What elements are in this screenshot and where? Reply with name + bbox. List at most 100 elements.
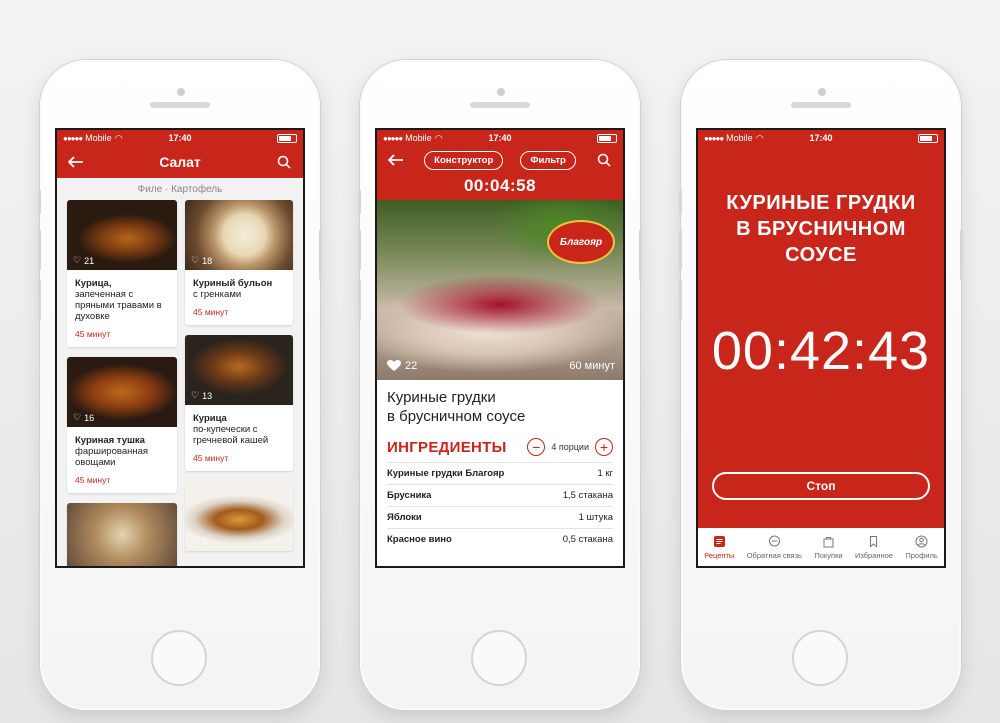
- front-camera: [818, 88, 826, 96]
- recipe-card[interactable]: [67, 503, 177, 566]
- recipe-subtitle: с гренками: [193, 289, 242, 300]
- recipe-column-right: ♡ 18 Куриный бульон с гренками 45 минут ♡…: [185, 200, 293, 566]
- screen-recipe-list: ●●●●● Mobile ◠ 17:40 Салат Филе · Картофел…: [57, 130, 303, 566]
- search-icon[interactable]: [593, 149, 615, 171]
- volume-up-button: [38, 230, 41, 270]
- like-counter[interactable]: ♡ 16: [73, 412, 94, 423]
- earpiece-speaker: [150, 102, 210, 108]
- tab-recipes[interactable]: Рецепты: [704, 535, 734, 560]
- status-bar: ●●●●● Mobile ◠ 17:40: [698, 130, 944, 146]
- heart-icon: ♡: [191, 390, 200, 400]
- ingredient-qty: 1,5 стакана: [562, 490, 613, 501]
- recipe-time: 45 минут: [193, 453, 229, 463]
- like-counter[interactable]: ♡ 18: [191, 255, 212, 266]
- tab-favorites[interactable]: Избранное: [855, 535, 893, 560]
- volume-up-button: [358, 230, 361, 270]
- power-button: [639, 230, 642, 280]
- back-arrow-icon[interactable]: [385, 149, 407, 171]
- ingredient-qty: 1 штука: [578, 512, 613, 523]
- tab-label: Избранное: [854, 550, 893, 560]
- battery-icon: [277, 133, 297, 143]
- plus-icon[interactable]: +: [595, 438, 613, 456]
- ingredient-qty: 1 кг: [597, 468, 613, 479]
- like-counter[interactable]: ♡ 21: [73, 255, 94, 266]
- breadcrumb[interactable]: Филе · Картофель: [57, 178, 303, 200]
- tab-label: Рецепты: [704, 550, 735, 560]
- recipe-grid: ♡ 21 Курица, запеченная с пряными травами…: [57, 200, 303, 566]
- recipe-card[interactable]: ♡ 18 Куриный бульон с гренками 45 минут: [185, 200, 293, 325]
- countdown-timer: 00:42:43: [711, 321, 931, 381]
- top-nav: Салат: [57, 146, 303, 178]
- cooking-timer: 00:04:58: [377, 174, 623, 200]
- timer-title-line-2: В БРУСНИЧНОМ СОУСЕ: [736, 218, 906, 266]
- heart-icon: ♡: [73, 255, 82, 265]
- recipe-name: Курица,: [75, 278, 112, 289]
- ingredient-qty: 0,5 стакана: [562, 534, 613, 545]
- tab-purchases[interactable]: Покупки: [814, 535, 843, 560]
- heart-icon: ♡: [191, 255, 200, 265]
- status-bar: ●●●●● Mobile ◠ 17:40: [57, 130, 303, 146]
- recipe-column-left: ♡ 21 Курица, запеченная с пряными травами…: [67, 200, 177, 566]
- volume-down-button: [358, 280, 361, 320]
- top-nav: Конструктор Фильтр: [377, 146, 623, 174]
- status-time: 17:40: [168, 133, 192, 143]
- ingredient-name: Брусника: [387, 490, 432, 501]
- recipe-photo: ♡ 16: [67, 357, 177, 427]
- ingredient-row: Брусника 1,5 стакана: [387, 484, 613, 506]
- like-counter[interactable]: ♡ 13: [191, 390, 212, 401]
- recipe-hero-photo: Благояр 22 60 минут: [377, 200, 623, 380]
- battery-icon: [918, 133, 938, 143]
- front-camera: [177, 88, 185, 96]
- minus-icon[interactable]: −: [527, 438, 546, 456]
- bookmark-icon: [867, 535, 881, 549]
- recipe-photo: ♡ 18: [185, 200, 293, 270]
- portion-stepper: − 4 порции +: [527, 438, 613, 456]
- front-camera: [497, 88, 505, 96]
- power-button: [960, 230, 963, 280]
- ingredient-list: Куриные грудки Благояр 1 кг Брусника 1,5 с…: [377, 462, 623, 550]
- recipe-title: Куриные грудки в брусничном соусе: [377, 380, 623, 430]
- home-button[interactable]: [792, 630, 848, 686]
- constructor-button[interactable]: Конструктор: [424, 150, 504, 170]
- filter-button[interactable]: Фильтр: [520, 150, 576, 170]
- recipe-time: 45 минут: [75, 329, 111, 339]
- screen-timer: ●●●●● Mobile ◠ 17:40 КУРИНЫЕ ГРУДКИ В БРУС…: [698, 130, 944, 566]
- portion-count: 4 порции: [551, 442, 589, 452]
- ingredient-name: Красное вино: [387, 534, 452, 545]
- page-title: Салат: [159, 154, 201, 170]
- brand-logo: Благояр: [547, 220, 615, 264]
- ingredient-name: Куриные грудки Благояр: [387, 468, 505, 479]
- phone-mockup-1: ●●●●● Mobile ◠ 17:40 Салат Филе · Картофел…: [38, 60, 322, 710]
- tab-label: Покупки: [814, 550, 843, 560]
- volume-down-button: [679, 280, 682, 320]
- recipe-card[interactable]: ♡ 16 Куриная тушка фаршированная овощами …: [67, 357, 177, 493]
- stop-button[interactable]: Стоп: [712, 472, 930, 500]
- tab-profile[interactable]: Профиль: [905, 535, 938, 560]
- volume-up-button: [679, 230, 682, 270]
- recipe-subtitle: фаршированная овощами: [75, 446, 149, 468]
- earpiece-speaker: [470, 102, 530, 108]
- battery-icon: [597, 133, 617, 143]
- mute-switch: [358, 190, 361, 214]
- home-button[interactable]: [151, 630, 207, 686]
- mute-switch: [679, 190, 682, 214]
- ingredient-row: Красное вино 0,5 стакана: [387, 528, 613, 550]
- phone-mockup-3: ●●●●● Mobile ◠ 17:40 КУРИНЫЕ ГРУДКИ В БРУС…: [679, 60, 963, 710]
- heart-icon: [387, 360, 401, 371]
- recipe-card[interactable]: ♡ 13 Курица по-купечески с гречневой каше…: [185, 335, 293, 471]
- tab-feedback[interactable]: Обратная связь: [747, 535, 802, 560]
- chat-icon: [767, 535, 781, 549]
- home-button[interactable]: [471, 630, 527, 686]
- screen-recipe-detail: ●●●●● Mobile ◠ 17:40 Конструктор Фильтр 00…: [377, 130, 623, 566]
- recipe-title-line-1: Куриные грудки: [387, 389, 496, 406]
- recipe-card[interactable]: ♡ 21 Курица, запеченная с пряными травами…: [67, 200, 177, 347]
- back-arrow-icon[interactable]: [65, 151, 87, 173]
- search-icon[interactable]: [273, 151, 295, 173]
- like-counter[interactable]: ♡ 7: [191, 536, 207, 547]
- recipes-icon: [712, 535, 726, 549]
- recipe-subtitle: запеченная с пряными травами в духовке: [75, 289, 162, 322]
- recipe-photo: ♡ 7: [185, 481, 293, 551]
- earpiece-speaker: [791, 102, 851, 108]
- like-counter[interactable]: 22: [387, 360, 417, 372]
- recipe-card[interactable]: ♡ 7: [185, 481, 293, 551]
